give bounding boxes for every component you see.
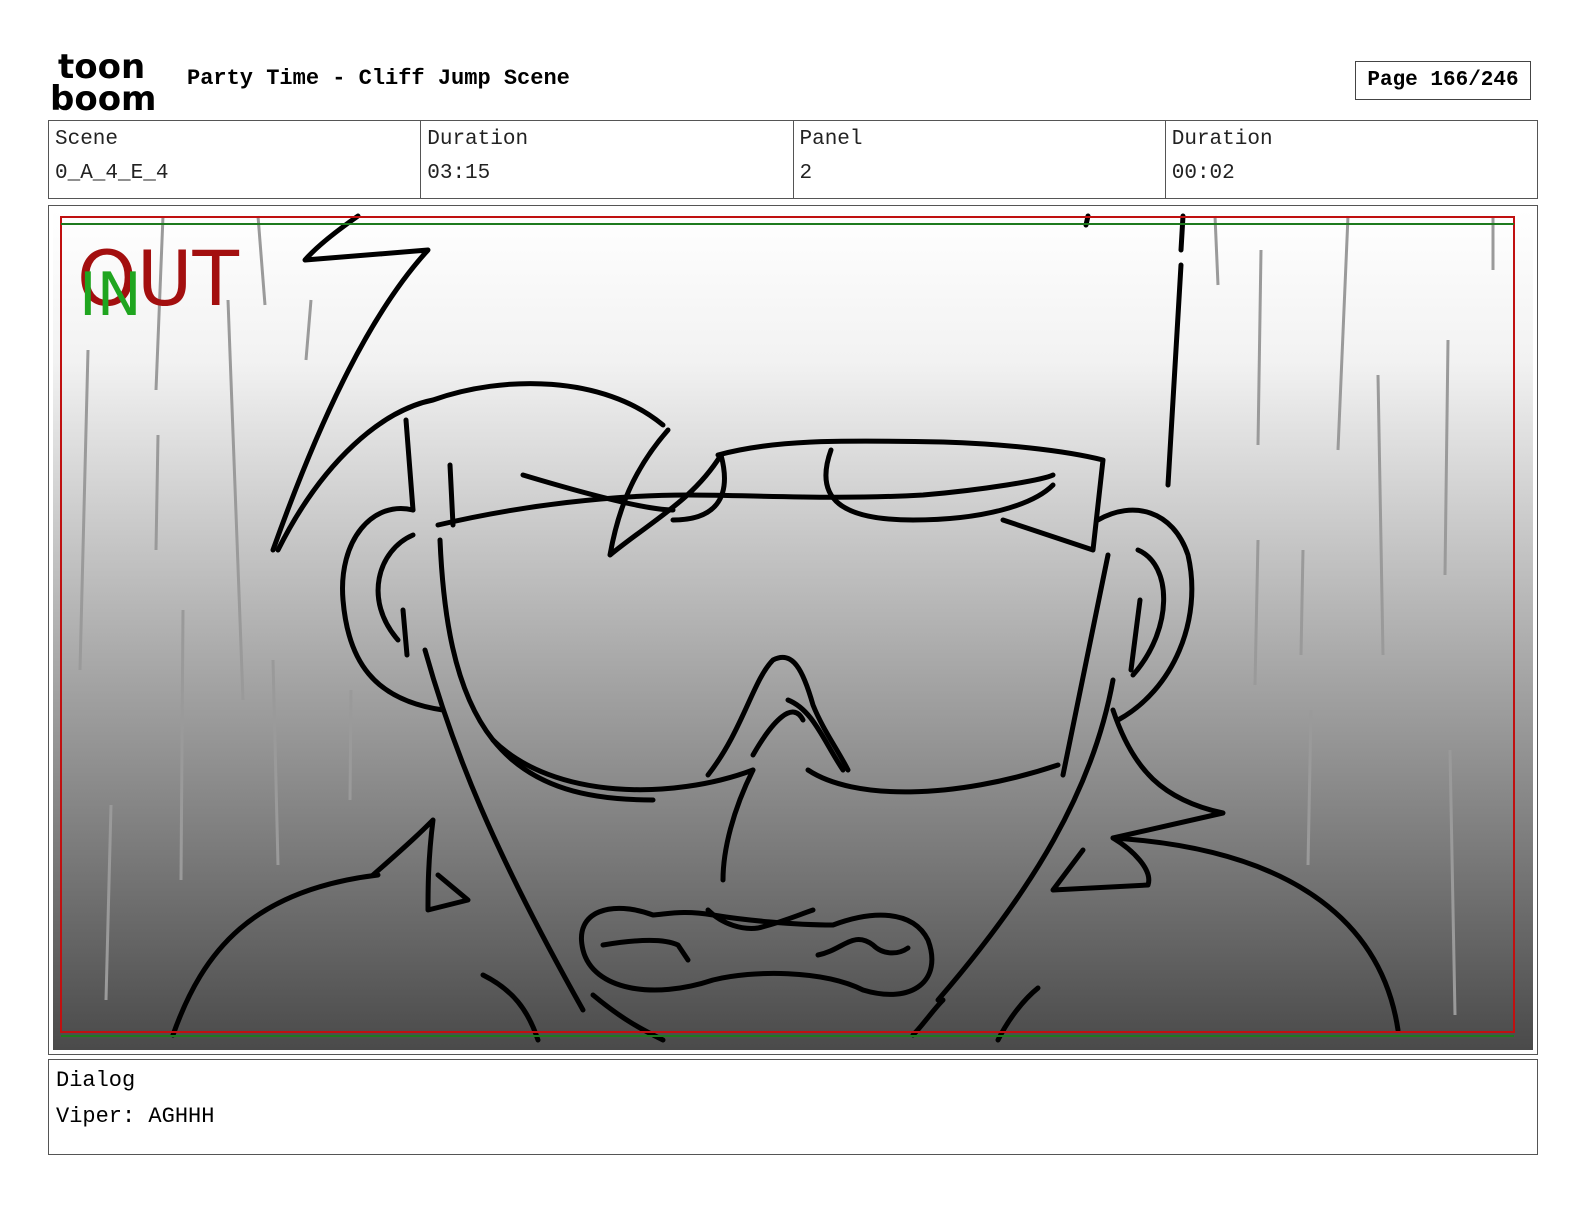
scene-cell: Scene 0_A_4_E_4: [49, 121, 422, 198]
in-marker: IN: [79, 260, 142, 330]
panel-value: 2: [799, 162, 813, 185]
dialog-box: Dialog Viper: AGHHH: [48, 1059, 1538, 1155]
page-number: Page 166/246: [1355, 61, 1531, 100]
scene-value: 0_A_4_E_4: [55, 162, 169, 185]
panel-duration-value: 00:02: [1171, 162, 1235, 185]
scene-duration-label: Duration: [427, 128, 529, 151]
panel-label: Panel: [799, 128, 863, 151]
panel-duration-cell: Duration 00:02: [1166, 121, 1537, 198]
scene-duration-cell: Duration 03:15: [421, 121, 794, 198]
panel-cell: Panel 2: [794, 121, 1166, 198]
dialog-label: Dialog: [56, 1068, 136, 1093]
panel-duration-label: Duration: [1171, 128, 1273, 151]
dialog-line: Viper: AGHHH: [56, 1104, 215, 1129]
logo-bottom: boom: [50, 79, 156, 114]
scene-info-table: Scene 0_A_4_E_4 Duration 03:15 Panel 2 D…: [48, 120, 1538, 199]
toonboom-logo: toon boom: [50, 48, 156, 114]
scene-duration-value: 03:15: [427, 162, 491, 185]
storyboard-panel: OUT IN: [48, 205, 1538, 1055]
panel-drawing: OUT IN: [53, 210, 1533, 1050]
scene-label: Scene: [55, 128, 119, 151]
document-title: Party Time - Cliff Jump Scene: [187, 66, 570, 91]
